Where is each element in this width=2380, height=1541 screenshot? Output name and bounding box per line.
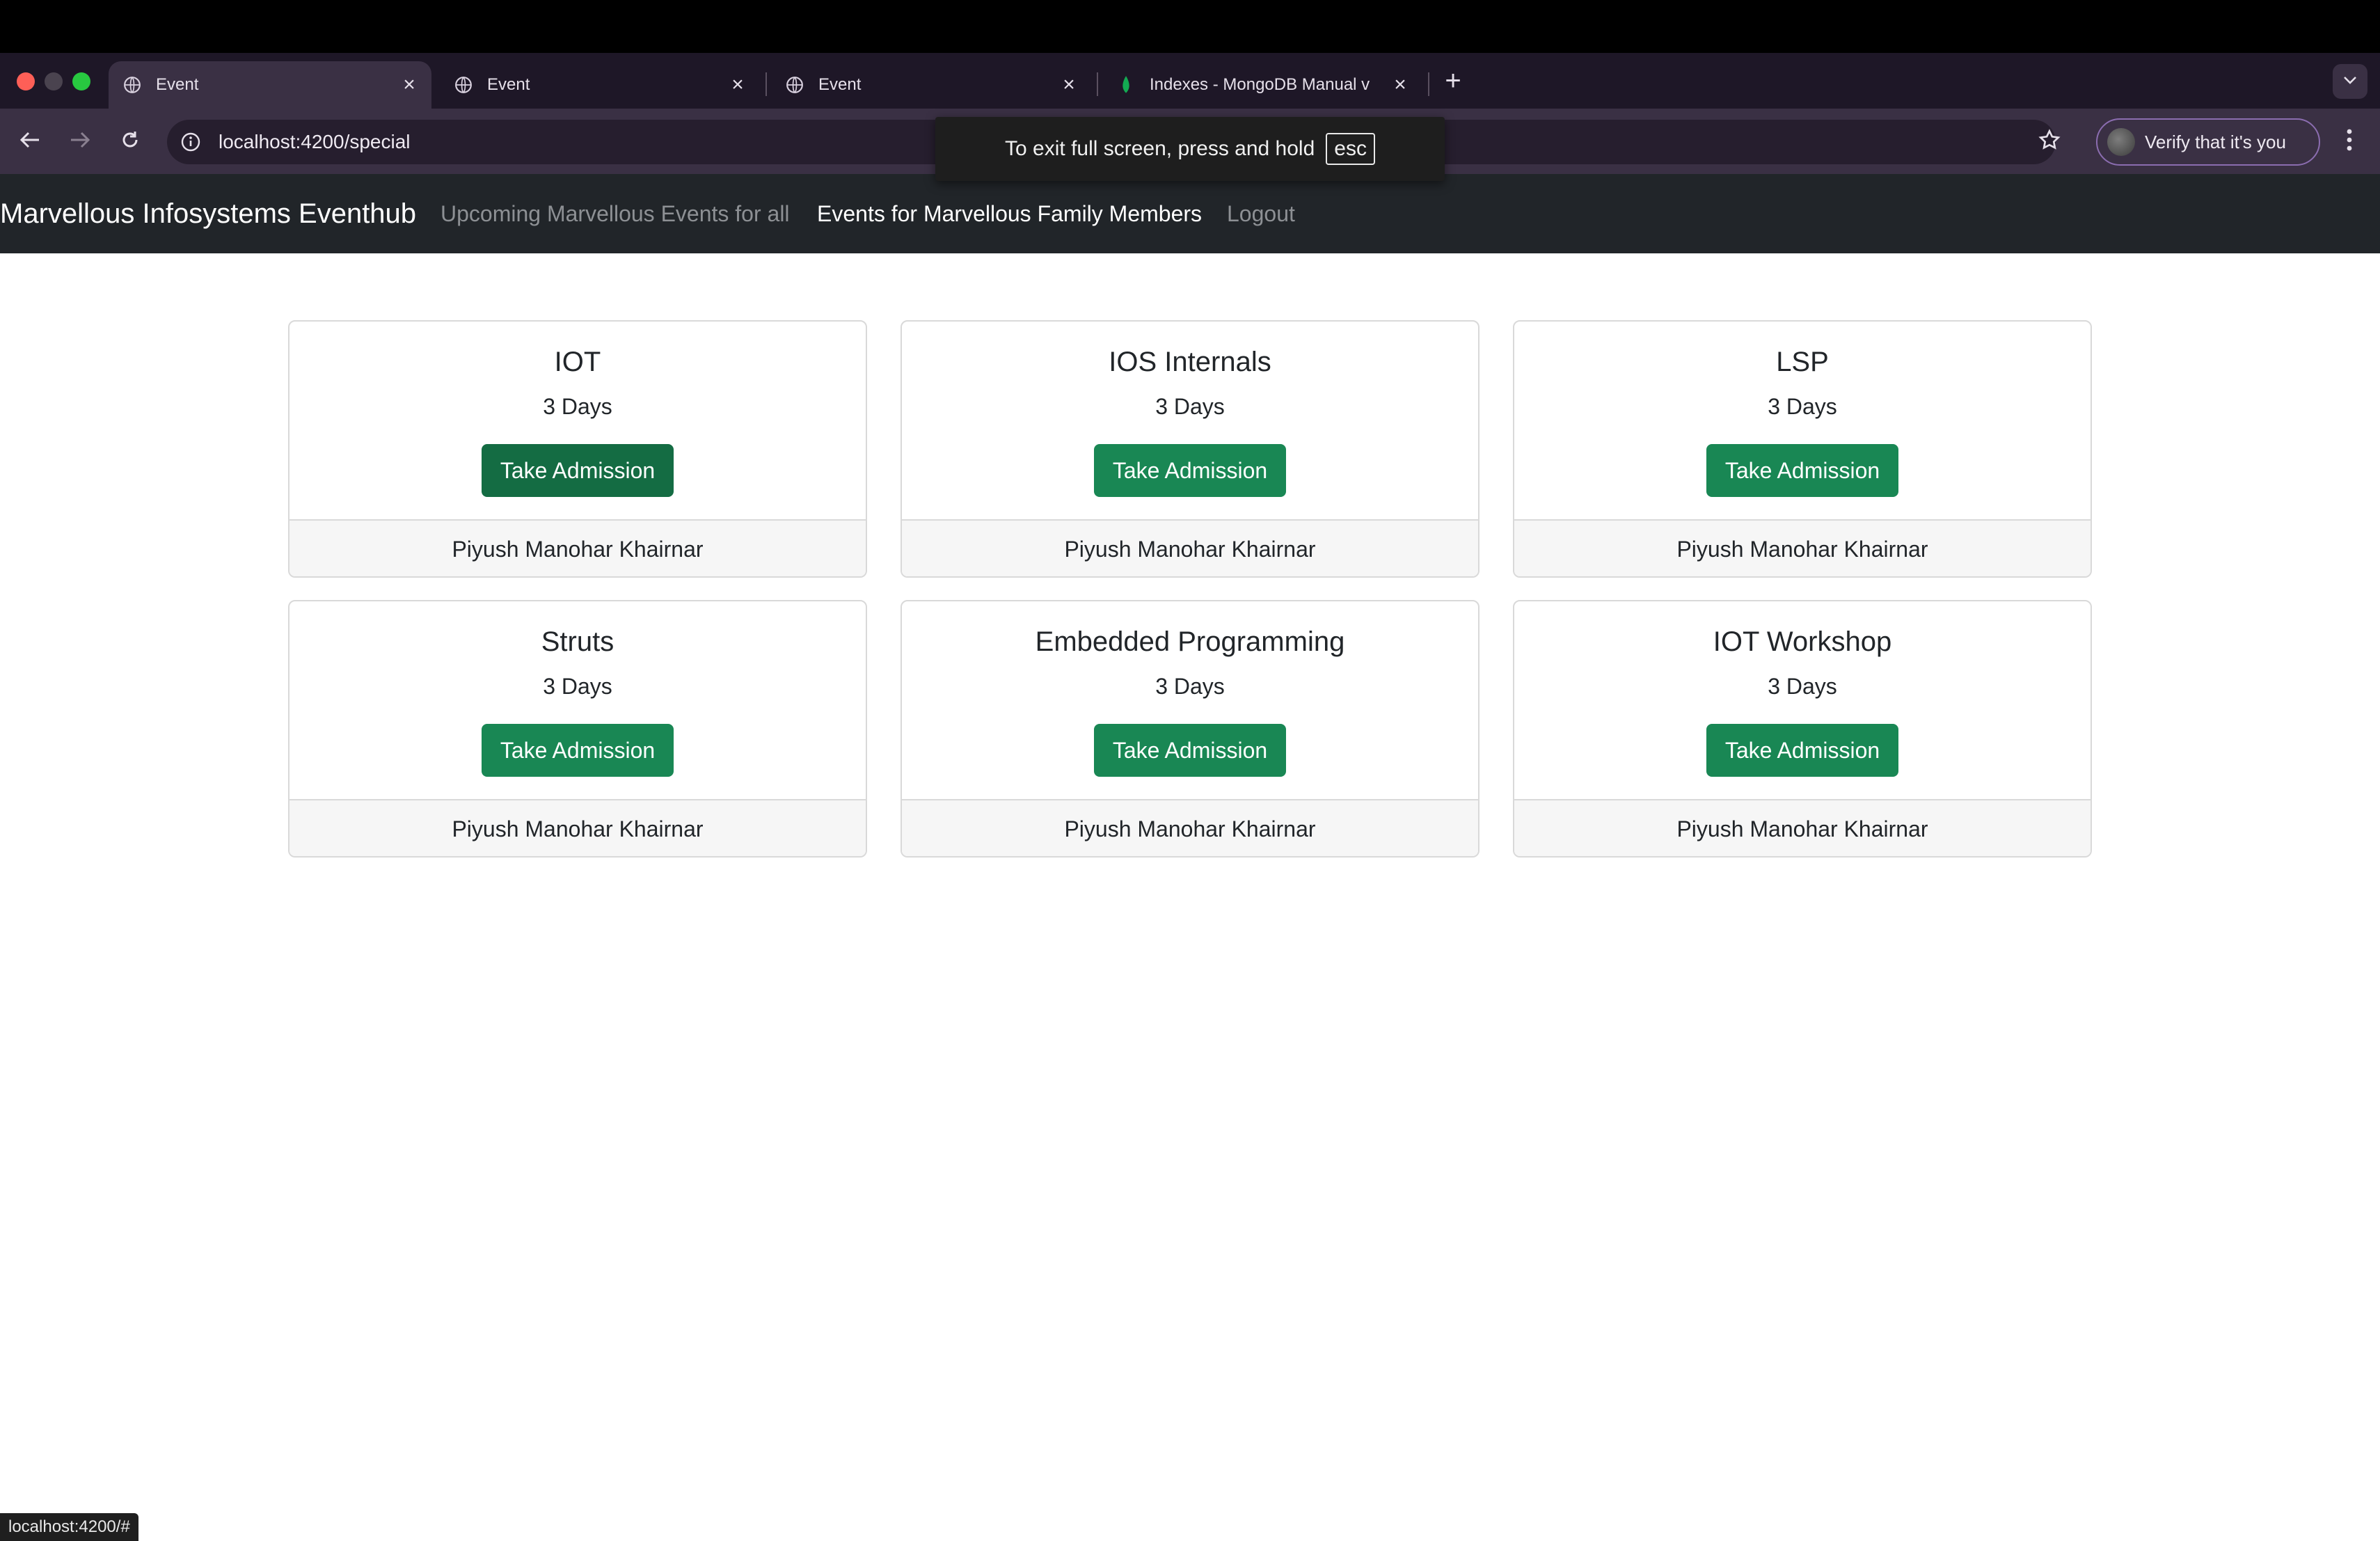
event-title: Embedded Programming	[1035, 626, 1345, 657]
tab-close-icon[interactable]: ×	[1058, 73, 1080, 96]
reload-button[interactable]	[114, 125, 146, 157]
event-instructor: Piyush Manohar Khairnar	[289, 799, 866, 856]
event-card: IOT Workshop 3 Days Take Admission Piyus…	[1513, 600, 2092, 858]
fullscreen-hint-text: To exit full screen, press and hold	[1005, 137, 1315, 160]
browser-tab-1[interactable]: Event ×	[109, 61, 431, 109]
tab-separator	[1428, 72, 1429, 96]
navbar-brand[interactable]: Marvellous Infosystems Eventhub	[0, 174, 416, 253]
new-tab-button[interactable]: +	[1439, 67, 1467, 95]
browser-tab-title: Event	[818, 75, 862, 94]
event-instructor: Piyush Manohar Khairnar	[1514, 799, 2091, 856]
take-admission-button[interactable]: Take Admission	[482, 724, 674, 777]
globe-icon	[785, 75, 804, 95]
window-minimize-button[interactable]	[45, 72, 63, 90]
event-card: LSP 3 Days Take Admission Piyush Manohar…	[1513, 320, 2092, 578]
chevron-down-icon	[2342, 75, 2358, 88]
event-card: IOS Internals 3 Days Take Admission Piyu…	[901, 320, 1479, 578]
event-instructor: Piyush Manohar Khairnar	[902, 799, 1478, 856]
event-duration: 3 Days	[1155, 394, 1225, 419]
fullscreen-exit-hint: To exit full screen, press and hold esc	[935, 117, 1445, 181]
tab-close-icon[interactable]: ×	[1389, 73, 1411, 96]
globe-icon	[454, 75, 473, 95]
event-instructor: Piyush Manohar Khairnar	[902, 519, 1478, 576]
tab-search-button[interactable]	[2333, 64, 2367, 99]
take-admission-button[interactable]: Take Admission	[1094, 444, 1286, 497]
browser-tab-title: Indexes - MongoDB Manual v	[1150, 75, 1370, 94]
window-fullscreen-button[interactable]	[72, 72, 90, 90]
event-card: Struts 3 Days Take Admission Piyush Mano…	[288, 600, 867, 858]
arrow-right-icon	[70, 131, 90, 152]
nav-link-logout[interactable]: Logout	[1227, 174, 1295, 253]
event-title: IOS Internals	[1109, 347, 1271, 377]
event-instructor: Piyush Manohar Khairnar	[1514, 519, 2091, 576]
browser-tab-2[interactable]: Event ×	[440, 61, 760, 109]
event-duration: 3 Days	[543, 394, 612, 419]
event-instructor: Piyush Manohar Khairnar	[289, 519, 866, 576]
browser-menu-button[interactable]	[2335, 125, 2363, 157]
nav-link-family-events[interactable]: Events for Marvellous Family Members	[817, 174, 1202, 253]
browser-tab-title: Event	[156, 75, 199, 94]
url-text[interactable]: localhost:4200/special	[219, 129, 411, 155]
bookmark-button[interactable]	[2033, 125, 2065, 157]
event-duration: 3 Days	[1768, 674, 1837, 699]
browser-tab-4[interactable]: Indexes - MongoDB Manual v ×	[1102, 61, 1422, 109]
tab-separator	[1097, 72, 1098, 96]
event-title: LSP	[1776, 347, 1829, 377]
site-info-icon[interactable]	[178, 129, 203, 155]
status-bar-url: localhost:4200/#	[0, 1513, 138, 1541]
event-card: IOT 3 Days Take Admission Piyush Manohar…	[288, 320, 867, 578]
globe-icon	[122, 75, 142, 95]
screen-top-strip	[0, 0, 2380, 53]
event-duration: 3 Days	[1155, 674, 1225, 699]
star-icon	[2038, 128, 2061, 155]
browser-tab-3[interactable]: Event ×	[771, 61, 1091, 109]
take-admission-button[interactable]: Take Admission	[1094, 724, 1286, 777]
kebab-menu-icon	[2346, 128, 2353, 155]
tab-close-icon[interactable]: ×	[398, 73, 420, 96]
forward-button[interactable]	[64, 125, 96, 157]
event-duration: 3 Days	[543, 674, 612, 699]
event-card: Embedded Programming 3 Days Take Admissi…	[901, 600, 1479, 858]
event-title: Struts	[541, 626, 614, 657]
take-admission-button[interactable]: Take Admission	[482, 444, 674, 497]
back-button[interactable]	[14, 125, 46, 157]
verify-label: Verify that it's you	[2145, 131, 2286, 152]
mongodb-leaf-icon	[1116, 75, 1136, 95]
browser-tab-title: Event	[487, 75, 530, 94]
nav-link-upcoming-events[interactable]: Upcoming Marvellous Events for all	[441, 174, 790, 253]
verify-identity-button[interactable]: Verify that it's you	[2096, 118, 2320, 166]
window-close-button[interactable]	[17, 72, 35, 90]
take-admission-button[interactable]: Take Admission	[1706, 724, 1898, 777]
esc-key-badge: esc	[1326, 133, 1375, 165]
event-duration: 3 Days	[1768, 394, 1837, 419]
tab-close-icon[interactable]: ×	[727, 73, 749, 96]
take-admission-button[interactable]: Take Admission	[1706, 444, 1898, 497]
event-title: IOT Workshop	[1713, 626, 1892, 657]
arrow-left-icon	[19, 131, 40, 152]
tab-separator	[765, 72, 767, 96]
profile-avatar	[2107, 128, 2135, 156]
event-title: IOT	[554, 347, 601, 377]
reload-icon	[120, 130, 140, 153]
